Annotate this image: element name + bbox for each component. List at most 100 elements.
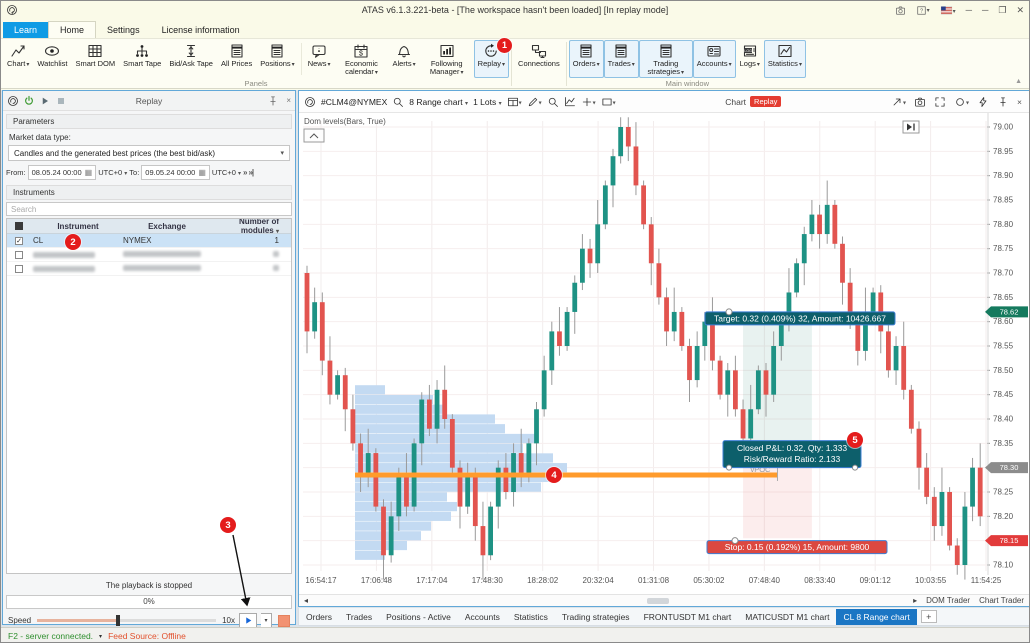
ribbon-button-chart[interactable]: Chart▾ — [3, 40, 33, 78]
ribbon-button-watchlist[interactable]: Watchlist — [33, 40, 71, 78]
scroll-left-icon[interactable]: ◂ — [304, 596, 308, 605]
pin-icon[interactable] — [997, 96, 1009, 108]
parameters-section-header[interactable]: Parameters — [6, 114, 292, 129]
ribbon-button-bid-ask-tape[interactable]: Bid/Ask Tape — [165, 40, 217, 78]
ribbon-tab-license-information[interactable]: License information — [151, 22, 251, 38]
ribbon-button-trading-strategies[interactable]: Trading strategies▾ — [639, 40, 693, 78]
ribbon-tab-settings[interactable]: Settings — [96, 22, 151, 38]
ribbon-button-smart-dom[interactable]: Smart DOM — [72, 40, 120, 78]
ribbon-button-trades[interactable]: Trades▾ — [604, 40, 639, 78]
indicator-icon[interactable] — [564, 96, 576, 108]
instrument-row[interactable] — [7, 262, 291, 276]
instruments-table-header[interactable]: Instrument Exchange Number of modules ▾ — [7, 219, 291, 234]
row-checkbox[interactable] — [15, 265, 23, 273]
to-date-field[interactable]: 09.05.24 00:00 ▦ — [141, 165, 210, 180]
svg-text:78.20: 78.20 — [993, 512, 1014, 521]
chart-trader-link[interactable]: Chart Trader — [979, 596, 1024, 605]
from-date-field[interactable]: 08.05.24 00:00 ▦ — [28, 165, 97, 180]
playback-play-button[interactable] — [239, 613, 257, 628]
skip-forward-icon[interactable]: » — [243, 168, 246, 177]
send-to-icon[interactable]: ▾ — [891, 96, 906, 108]
instrument-row[interactable] — [7, 248, 291, 262]
row-checkbox[interactable] — [15, 251, 23, 259]
hotkey-icon[interactable] — [977, 96, 989, 108]
power-icon[interactable] — [23, 95, 35, 107]
instruments-section-header[interactable]: Instruments — [6, 185, 292, 200]
ribbon-button-positions[interactable]: Positions▾ — [256, 40, 298, 78]
market-data-type-select[interactable]: Candles and the generated best prices (t… — [8, 145, 290, 161]
restore-icon[interactable]: ❐ — [998, 5, 1006, 16]
instrument-row-cl[interactable]: ✓CL2NYMEX1 — [7, 234, 291, 248]
scrollbar-thumb[interactable] — [647, 598, 669, 604]
add-tab-button[interactable]: + — [921, 610, 937, 623]
playback-play-dropdown[interactable]: ▾ — [261, 613, 272, 628]
search-input[interactable] — [6, 202, 292, 216]
scroll-right-icon[interactable]: ▸ — [913, 596, 917, 605]
close-panel-icon[interactable]: × — [1017, 97, 1022, 107]
chart-type-select[interactable]: 8 Range chart ▾ — [409, 97, 468, 107]
from-timezone-select[interactable]: UTC+0 ▾ — [98, 168, 127, 177]
playback-stop-button[interactable] — [278, 615, 290, 627]
help-icon[interactable]: ?▾ — [916, 4, 930, 15]
lots-select[interactable]: 1 Lots ▾ — [473, 97, 502, 107]
ribbon-button-alerts[interactable]: Alerts▾ — [388, 40, 419, 78]
ribbon-button-smart-tape[interactable]: Smart Tape — [119, 40, 165, 78]
ribbon-button-orders[interactable]: Orders▾ — [569, 40, 604, 78]
add-indicator-icon[interactable]: ▾ — [581, 96, 596, 108]
ribbon-button-news[interactable]: News▾ — [304, 40, 335, 78]
bottom-tab-maticusdt-m1-chart[interactable]: MATICUSDT M1 chart — [738, 609, 836, 625]
ribbon-button-all-prices[interactable]: All Prices — [217, 40, 256, 78]
zoom-icon[interactable] — [547, 96, 559, 108]
stop-icon[interactable] — [55, 95, 67, 107]
play-icon[interactable] — [39, 95, 51, 107]
camera-icon[interactable] — [895, 5, 906, 16]
to-timezone-select[interactable]: UTC+0 ▾ — [212, 168, 241, 177]
language-flag-icon[interactable]: ▾ — [940, 5, 956, 16]
chevron-down-icon[interactable]: ▾ — [99, 633, 102, 640]
bottom-tab-frontusdt-m1-chart[interactable]: FRONTUSDT M1 chart — [637, 609, 739, 625]
bottom-tab-statistics[interactable]: Statistics — [507, 609, 555, 625]
calendar-icon[interactable]: ▦ — [85, 168, 93, 177]
select-all-checkbox[interactable] — [15, 222, 23, 230]
fullscreen-icon[interactable] — [934, 96, 946, 108]
bottom-tab-trading-strategies[interactable]: Trading strategies — [555, 609, 637, 625]
bottom-tab-cl-8-range-chart[interactable]: CL 8 Range chart — [836, 609, 916, 625]
speed-slider[interactable] — [37, 619, 216, 622]
bottom-tab-accounts[interactable]: Accounts — [458, 609, 507, 625]
speed-slider-handle[interactable] — [116, 615, 120, 626]
minimize-icon[interactable]: ─ — [982, 5, 988, 15]
ribbon-tab-home[interactable]: Home — [48, 21, 96, 38]
bottom-tab-positions-active[interactable]: Positions - Active — [379, 609, 458, 625]
ribbon-button-statistics[interactable]: Statistics▾ — [764, 40, 806, 78]
search-icon[interactable] — [392, 96, 404, 108]
chart-canvas[interactable]: 16:54:1717:06:4817:17:0417:48:3018:28:02… — [299, 113, 1029, 595]
shape-tool-icon[interactable]: ▾ — [601, 96, 616, 108]
calendar-icon[interactable]: ▦ — [198, 168, 206, 177]
ribbon-tab-learn[interactable]: Learn — [3, 22, 48, 38]
chevron-down-icon: ▾ — [292, 62, 295, 68]
draw-icon[interactable]: ▾ — [527, 96, 542, 108]
row-checkbox[interactable]: ✓ — [15, 237, 23, 245]
skip-to-end-icon[interactable]: »| — [248, 168, 253, 177]
ribbon-collapse-icon[interactable]: ▲ — [1015, 78, 1022, 85]
bottom-tab-orders[interactable]: Orders — [299, 609, 339, 625]
chart-scrollbar[interactable]: ◂ ▸ DOM Trader Chart Trader — [299, 594, 1029, 606]
chart-symbol[interactable]: #CLM4@NYMEX — [321, 97, 387, 107]
column-header-modules[interactable]: Number of modules ▾ — [211, 218, 291, 235]
group-link-icon[interactable]: ▾ — [954, 96, 969, 108]
dom-trader-link[interactable]: DOM Trader — [926, 596, 970, 605]
connection-status[interactable]: F2 - server connected. — [8, 631, 93, 641]
close-panel-icon[interactable]: × — [286, 96, 291, 105]
close-icon[interactable]: ✕ — [1016, 5, 1024, 16]
ribbon-button-economic-calendar[interactable]: $Economic calendar▾ — [334, 40, 388, 78]
layout-icon[interactable]: ▾ — [507, 96, 522, 108]
ribbon-button-replay[interactable]: Replay▾1 — [474, 40, 509, 78]
ribbon-button-connections[interactable]: Connections — [514, 40, 564, 77]
bottom-tab-trades[interactable]: Trades — [339, 609, 379, 625]
ribbon-button-accounts[interactable]: Accounts▾ — [693, 40, 736, 78]
ribbon-button-following-manager[interactable]: Following Manager▾ — [420, 40, 474, 78]
tray-minimize-icon[interactable]: ─ — [966, 5, 972, 15]
pin-icon[interactable] — [267, 95, 279, 107]
ribbon-button-logs[interactable]: LOGLogs▾ — [736, 40, 764, 78]
screenshot-icon[interactable] — [914, 96, 926, 108]
